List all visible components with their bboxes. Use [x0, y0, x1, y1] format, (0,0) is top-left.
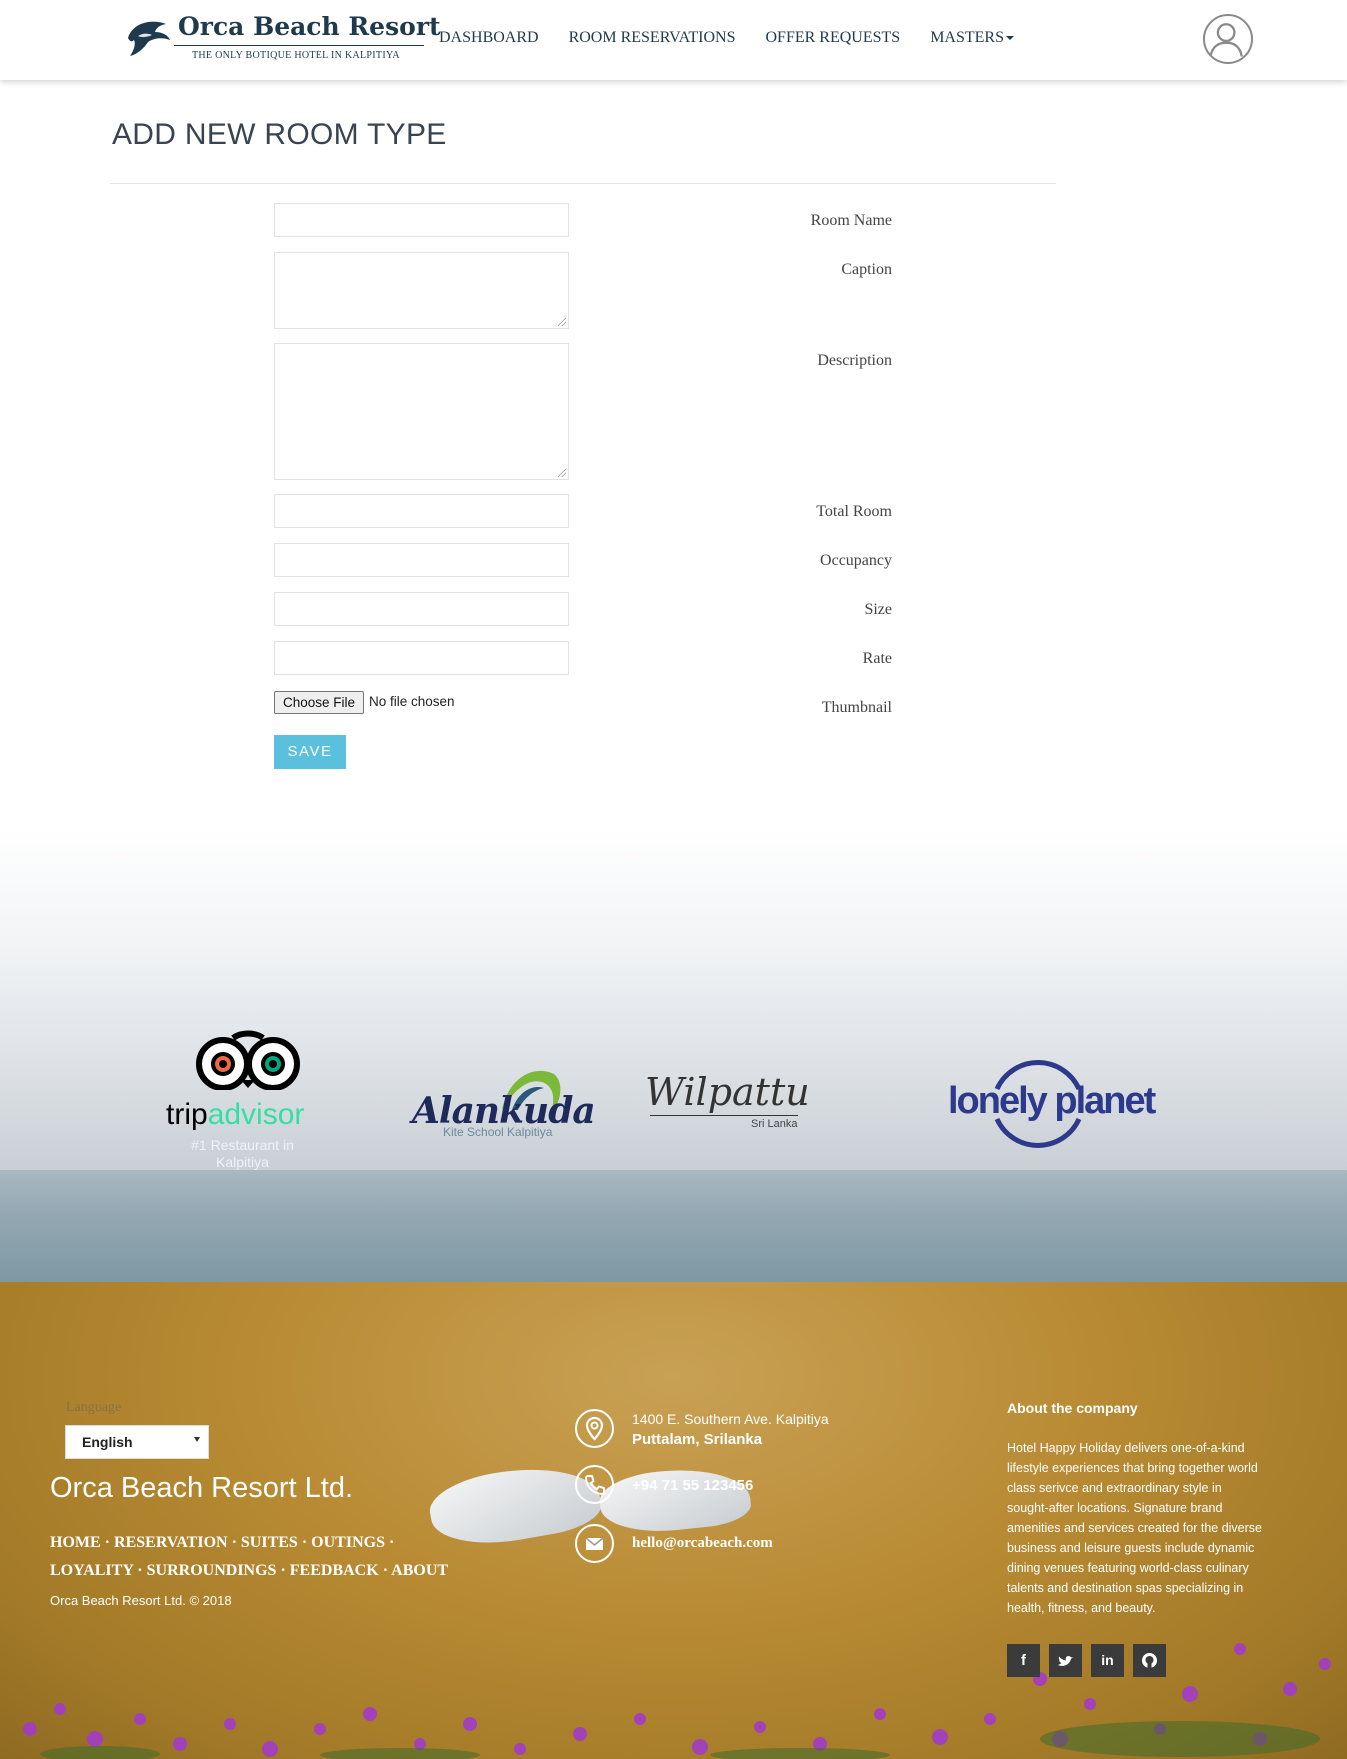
github-icon[interactable] — [1133, 1644, 1166, 1677]
caption-label: Caption — [841, 261, 892, 278]
caption-textarea[interactable] — [274, 252, 569, 329]
language-value: English — [82, 1434, 133, 1450]
tripadvisor-trip-text: trip — [166, 1098, 208, 1131]
lonely-planet-logo[interactable]: lonely planet — [948, 1080, 1156, 1123]
footer-links: HOME · RESERVATION · SUITES · OUTINGS · … — [50, 1534, 449, 1579]
save-button[interactable]: SAVE — [274, 735, 346, 769]
thumbnail-label: Thumbnail — [821, 699, 892, 716]
facebook-icon[interactable]: f — [1007, 1644, 1040, 1677]
title-divider — [110, 183, 1056, 184]
orca-logo-icon — [128, 21, 170, 56]
tripadvisor-logo[interactable]: tripadvisor — [166, 1098, 304, 1132]
email-address[interactable]: hello@orcabeach.com — [632, 1535, 773, 1552]
phone-icon — [575, 1465, 614, 1504]
rate-label: Rate — [862, 650, 892, 667]
size-label: Size — [864, 601, 892, 618]
room-name-input[interactable] — [274, 203, 569, 237]
nav-room-reservations[interactable]: ROOM RESERVATIONS — [569, 29, 736, 47]
file-status-text: No file chosen — [369, 694, 455, 709]
about-title: About the company — [1007, 1400, 1138, 1416]
language-select[interactable]: English — [65, 1425, 209, 1459]
brand-divider — [174, 45, 424, 46]
nav-masters-label: MASTERS — [930, 29, 1004, 46]
envelope-icon — [575, 1524, 614, 1563]
brand-logo[interactable]: Orca Beach Resort THE ONLY BOTIQUE HOTEL… — [122, 12, 441, 64]
footer-link-reservation[interactable]: RESERVATION — [114, 1534, 228, 1551]
chevron-down-icon — [194, 1437, 200, 1442]
brand-name: Orca Beach Resort — [178, 12, 441, 41]
tripadvisor-caption: #1 Restaurant in Kalpitiya — [191, 1137, 294, 1170]
description-label: Description — [817, 352, 892, 369]
flowers-image — [23, 1643, 1331, 1759]
footer-link-feedback[interactable]: FEEDBACK — [290, 1562, 379, 1579]
total-room-label: Total Room — [816, 503, 892, 520]
footer-company-name: Orca Beach Resort Ltd. — [50, 1472, 354, 1504]
resize-grip-icon[interactable] — [558, 318, 566, 326]
footer-link-surroundings[interactable]: SURROUNDINGS — [147, 1562, 277, 1579]
map-pin-icon — [575, 1409, 614, 1448]
linkedin-icon[interactable]: in — [1091, 1644, 1124, 1677]
address-line-1: 1400 E. Southern Ave. Kalpitiya — [632, 1411, 829, 1427]
room-name-label: Room Name — [810, 212, 892, 229]
address-line-2: Puttalam, Srilanka — [632, 1431, 763, 1448]
nav-dashboard[interactable]: DASHBOARD — [439, 29, 539, 47]
footer-link-home[interactable]: HOME — [50, 1534, 101, 1551]
tripadvisor-owl-icon — [196, 1030, 300, 1090]
occupancy-label: Occupancy — [820, 552, 892, 569]
nav-offer-requests[interactable]: OFFER REQUESTS — [765, 29, 900, 47]
sea-background — [0, 1170, 1347, 1282]
alankuda-caption: Kite School Kalpitiya — [443, 1125, 553, 1139]
wilpattu-underline — [650, 1115, 798, 1116]
main-nav: DASHBOARD ROOM RESERVATIONS OFFER REQUES… — [439, 29, 1014, 47]
footer-link-about[interactable]: ABOUT — [391, 1562, 448, 1579]
wilpattu-caption: Sri Lanka — [751, 1118, 798, 1130]
tripadvisor-advisor-text: advisor — [207, 1098, 305, 1131]
choose-file-button[interactable]: Choose File — [274, 691, 365, 714]
wilpattu-logo[interactable]: Wilpattu — [645, 1070, 810, 1114]
top-navbar: Orca Beach Resort THE ONLY BOTIQUE HOTEL… — [0, 0, 1347, 80]
occupancy-input[interactable] — [274, 543, 569, 577]
footer-link-outings[interactable]: OUTINGS — [311, 1534, 385, 1551]
user-avatar[interactable] — [1203, 14, 1253, 64]
rate-input[interactable] — [274, 641, 569, 675]
footer-link-loyality[interactable]: LOYALITY — [50, 1562, 133, 1579]
user-silhouette-icon — [1209, 23, 1243, 57]
brand-tagline: THE ONLY BOTIQUE HOTEL IN KALPITIYA — [192, 50, 400, 61]
footer-link-suites[interactable]: SUITES — [241, 1534, 298, 1551]
phone-number[interactable]: +94 71 55 123456 — [632, 1477, 753, 1494]
caret-down-icon — [1005, 36, 1014, 41]
language-label: Language — [66, 1400, 122, 1415]
size-input[interactable] — [274, 592, 569, 626]
description-textarea[interactable] — [274, 343, 569, 480]
twitter-icon[interactable] — [1049, 1644, 1082, 1677]
nav-masters-dropdown[interactable]: MASTERS — [930, 29, 1014, 47]
resize-grip-icon[interactable] — [558, 469, 566, 477]
about-text: Hotel Happy Holiday delivers one-of-a-ki… — [1007, 1441, 1262, 1615]
total-room-input[interactable] — [274, 494, 569, 528]
copyright-text: Orca Beach Resort Ltd. © 2018 — [50, 1593, 232, 1608]
page-title: ADD NEW ROOM TYPE — [112, 118, 447, 151]
